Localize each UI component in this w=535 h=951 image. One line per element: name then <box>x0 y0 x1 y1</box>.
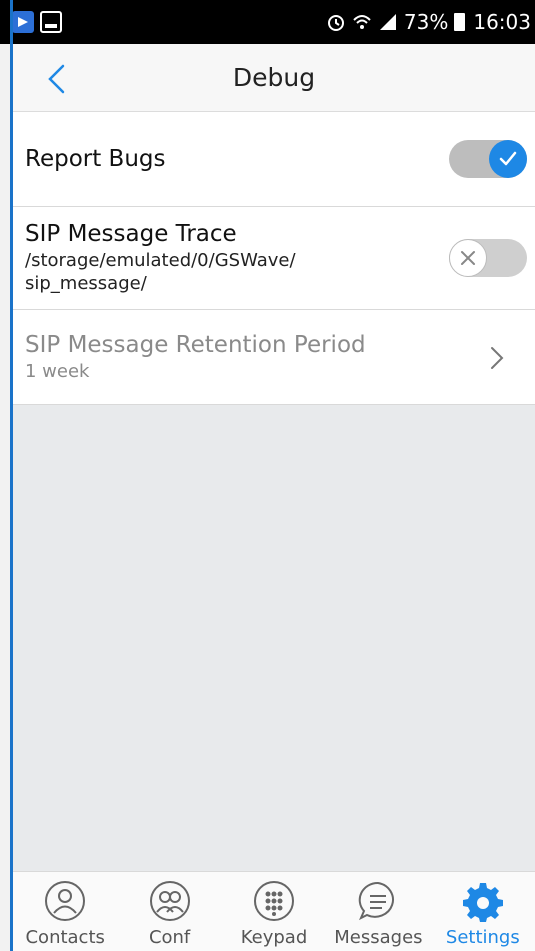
frame-border <box>10 0 13 951</box>
nav-settings-label: Settings <box>445 927 520 948</box>
retention-value: 1 week <box>25 360 90 382</box>
app-notification-icon <box>12 11 34 33</box>
nav-conf[interactable]: Conf <box>117 872 221 951</box>
nav-contacts[interactable]: Contacts <box>13 872 117 951</box>
gear-icon <box>461 879 505 923</box>
sip-trace-toggle[interactable] <box>449 239 527 277</box>
messages-icon <box>356 879 400 923</box>
retention-row[interactable]: SIP Message Retention Period 1 week <box>13 310 535 405</box>
status-bar: 73% 16:03 <box>0 0 535 44</box>
header: Debug <box>13 44 535 112</box>
page-title: Debug <box>232 63 316 92</box>
close-icon <box>461 251 475 265</box>
nav-contacts-label: Contacts <box>25 927 105 948</box>
nav-keypad[interactable]: Keypad <box>222 872 326 951</box>
report-bugs-toggle[interactable] <box>449 140 527 178</box>
nav-messages[interactable]: Messages <box>326 872 430 951</box>
sip-trace-row[interactable]: SIP Message Trace /storage/emulated/0/GS… <box>13 207 535 310</box>
report-bugs-label: Report Bugs <box>25 146 166 172</box>
alarm-icon <box>327 15 344 31</box>
battery-icon <box>454 13 466 31</box>
conference-icon <box>148 879 192 923</box>
nav-messages-label: Messages <box>334 927 423 948</box>
report-bugs-row[interactable]: Report Bugs <box>13 112 535 207</box>
back-button[interactable] <box>43 64 73 94</box>
image-notification-icon <box>40 11 62 33</box>
sip-trace-path: /storage/emulated/0/GSWave/ sip_message/ <box>25 250 296 294</box>
nav-conf-label: Conf <box>148 927 191 948</box>
wifi-icon <box>353 15 371 29</box>
chevron-left-icon <box>48 64 65 94</box>
contacts-icon <box>43 879 87 923</box>
nav-settings[interactable]: Settings <box>431 872 535 951</box>
empty-area <box>13 405 535 871</box>
bottom-nav: Contacts Conf Keypad Messages Settings <box>13 871 535 951</box>
battery-percent: 73% <box>403 10 449 34</box>
settings-list: Report Bugs SIP Message Trace /storage/e… <box>13 112 535 405</box>
retention-label: SIP Message Retention Period <box>25 331 366 358</box>
check-icon <box>499 151 517 166</box>
clock: 16:03 <box>473 10 531 34</box>
keypad-icon <box>252 879 296 923</box>
toggle-knob <box>449 239 487 277</box>
chevron-right-icon <box>491 347 504 369</box>
sip-trace-label: SIP Message Trace <box>25 221 237 247</box>
signal-icon <box>379 14 396 30</box>
toggle-knob <box>489 140 527 178</box>
nav-keypad-label: Keypad <box>240 927 308 948</box>
